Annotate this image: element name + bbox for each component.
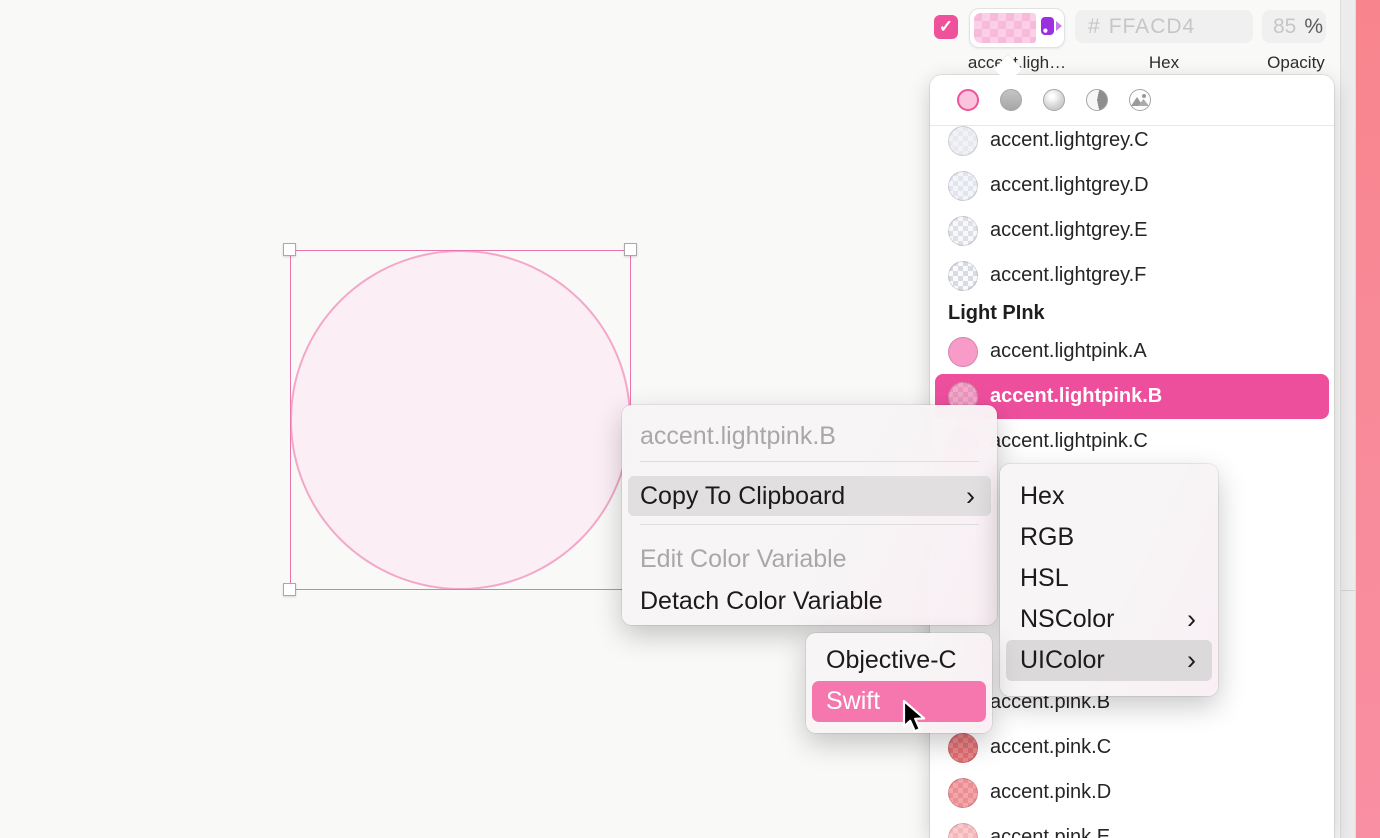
- chevron-right-icon: ›: [966, 476, 975, 516]
- submenu-item-objective-c[interactable]: Objective-C: [812, 640, 986, 681]
- color-swatch-icon: [948, 778, 978, 808]
- menu-item-detach-color-variable[interactable]: Detach Color Variable: [628, 581, 991, 621]
- solid-color-fill-tab[interactable]: [957, 89, 979, 111]
- resize-handle-top-left[interactable]: [283, 243, 296, 256]
- color-variable-label: accent.lightpink.A: [990, 340, 1147, 363]
- menu-item-copy-to-clipboard[interactable]: Copy To Clipboard ›: [628, 476, 991, 516]
- color-variable-icon: [1039, 16, 1065, 42]
- color-variable-row[interactable]: accent.pink.C: [930, 725, 1334, 770]
- panel-edge-divider: [1341, 590, 1355, 591]
- opacity-unit: %: [1304, 15, 1323, 39]
- color-swatch-icon: [948, 733, 978, 763]
- linear-gradient-fill-tab[interactable]: [1000, 89, 1022, 111]
- menu-item-label: NSColor: [1020, 605, 1114, 633]
- selection-bounding-box: [290, 250, 631, 590]
- color-variable-row[interactable]: accent.pink.E: [930, 815, 1334, 838]
- menu-item-label: Detach Color Variable: [640, 587, 883, 615]
- submenu-item-nscolor[interactable]: NSColor ›: [1006, 599, 1212, 640]
- color-swatch-icon: [948, 261, 978, 291]
- context-menu-title: accent.lightpink.B: [640, 417, 836, 455]
- color-variable-label: accent.lightgrey.D: [990, 174, 1149, 197]
- color-swatch-icon: [948, 216, 978, 246]
- mouse-cursor: [901, 700, 927, 734]
- color-variable-label: accent.pink.E: [990, 826, 1110, 838]
- submenu-item-rgb[interactable]: RGB: [1006, 517, 1212, 558]
- color-variable-label: accent.lightgrey.C: [990, 129, 1149, 152]
- copy-format-submenu: Hex RGB HSL NSColor › UIColor ›: [1000, 464, 1218, 696]
- color-variable-label: accent.lightgrey.F: [990, 264, 1146, 287]
- color-variable-row[interactable]: accent.lightgrey.F: [930, 253, 1334, 298]
- color-variable-label: accent.pink.C: [990, 736, 1111, 759]
- fill-color-swatch-well[interactable]: [969, 8, 1065, 48]
- menu-separator: [640, 461, 979, 462]
- hex-prefix: #: [1088, 15, 1101, 39]
- fill-color-swatch[interactable]: [974, 13, 1036, 43]
- chevron-right-icon: ›: [1187, 599, 1196, 640]
- menu-item-label: Copy To Clipboard: [640, 482, 845, 510]
- fill-enabled-checkbox[interactable]: ✓: [934, 15, 958, 39]
- image-glyph-part: [1142, 94, 1146, 98]
- color-variable-label: accent.lightpink.B: [990, 385, 1162, 408]
- angular-gradient-fill-tab[interactable]: [1086, 89, 1108, 111]
- submenu-item-swift[interactable]: Swift: [812, 681, 986, 722]
- submenu-item-hex[interactable]: Hex: [1006, 476, 1212, 517]
- opacity-value: 85: [1273, 15, 1296, 39]
- color-swatch-icon: [948, 126, 978, 156]
- image-fill-tab[interactable]: [1129, 89, 1151, 111]
- panel-edge-strip: [1340, 0, 1356, 838]
- color-variable-label: accent.pink.D: [990, 781, 1111, 804]
- code-language-submenu: Objective-CSwift: [806, 633, 992, 733]
- resize-handle-top-right[interactable]: [624, 243, 637, 256]
- fill-type-tabs: [930, 75, 1334, 126]
- app-screen: ✓ # FFACD4 85 % accent.ligh… Hex Opacity…: [0, 0, 1380, 838]
- color-swatch-icon: [948, 823, 978, 838]
- radial-gradient-fill-tab[interactable]: [1043, 89, 1065, 111]
- color-variable-row[interactable]: accent.lightgrey.D: [930, 163, 1334, 208]
- color-variable-label: accent.lightpink.C: [990, 430, 1148, 453]
- menu-item-label: Edit Color Variable: [640, 545, 847, 573]
- submenu-item-hsl[interactable]: HSL: [1006, 558, 1212, 599]
- menu-item-label: RGB: [1020, 523, 1074, 551]
- context-menu: accent.lightpink.B Copy To Clipboard › E…: [622, 405, 997, 625]
- menu-separator: [640, 524, 979, 525]
- color-variable-row[interactable]: accent.lightgrey.E: [930, 208, 1334, 253]
- hex-input[interactable]: # FFACD4: [1075, 10, 1253, 43]
- checkmark-icon: ✓: [939, 17, 953, 37]
- window-edge-color-strip: [1356, 0, 1380, 838]
- section-header: Light PInk: [930, 298, 1334, 329]
- menu-item-label: HSL: [1020, 564, 1069, 592]
- resize-handle-bottom-left[interactable]: [283, 583, 296, 596]
- menu-item-label: UIColor: [1020, 646, 1105, 674]
- color-swatch-icon: [948, 337, 978, 367]
- opacity-input[interactable]: 85 %: [1262, 10, 1326, 43]
- color-variable-row[interactable]: accent.lightpink.A: [930, 329, 1334, 374]
- submenu-item-uicolor[interactable]: UIColor ›: [1006, 640, 1212, 681]
- color-variable-label: accent.lightgrey.E: [990, 219, 1148, 242]
- chevron-right-icon: ›: [1187, 640, 1196, 681]
- opacity-caption: Opacity: [1250, 53, 1342, 73]
- color-variable-row[interactable]: accent.pink.D: [930, 770, 1334, 815]
- menu-item-label: Hex: [1020, 482, 1064, 510]
- hex-value: FFACD4: [1109, 15, 1196, 39]
- hex-caption: Hex: [1075, 53, 1253, 73]
- color-swatch-icon: [948, 171, 978, 201]
- menu-item-edit-color-variable: Edit Color Variable: [628, 539, 991, 579]
